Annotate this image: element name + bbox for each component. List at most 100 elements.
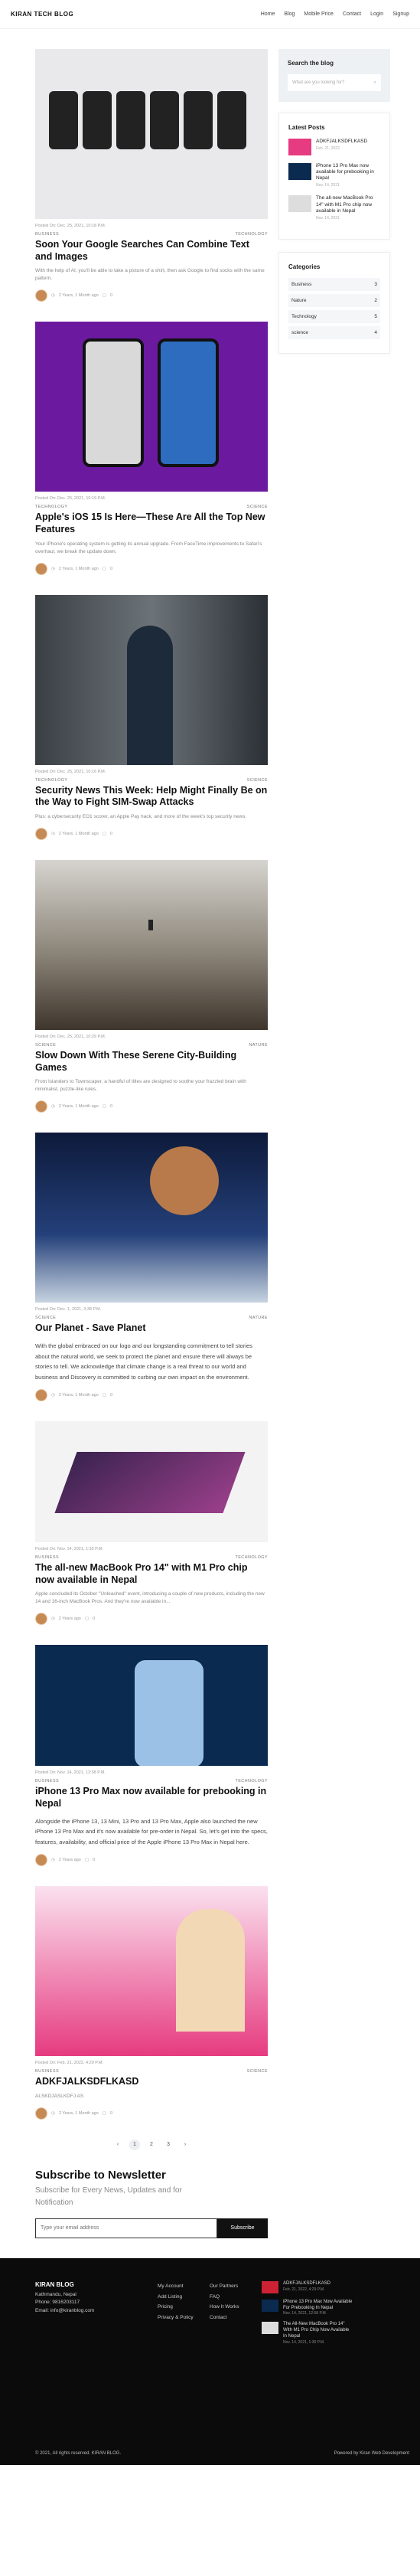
- post-date: Posted On: Nov. 14, 2021, 1:30 P.M.: [35, 1547, 103, 1552]
- page-1[interactable]: 1: [129, 2139, 140, 2150]
- post-category[interactable]: NATURE: [249, 1316, 268, 1320]
- nav-blog[interactable]: Blog: [284, 11, 295, 17]
- nav-contact[interactable]: Contact: [343, 11, 361, 17]
- sidebar: Search the blog What are you looking for…: [278, 49, 390, 2169]
- newsletter-email-input[interactable]: [35, 2218, 217, 2238]
- post-category[interactable]: SCIENCE: [247, 2069, 268, 2074]
- category-item[interactable]: Nature 2: [288, 293, 380, 307]
- post-title[interactable]: Soon Your Google Searches Can Combine Te…: [35, 239, 268, 263]
- post-category[interactable]: TECHNOLOGY: [235, 1779, 268, 1783]
- comment-icon: ▢: [102, 832, 106, 837]
- post-category[interactable]: TECHNOLOGY: [35, 778, 68, 783]
- post-card: Posted On: Dec. 25, 2021, 10:29 P.M. SCI…: [35, 860, 268, 1113]
- post-category[interactable]: NATURE: [249, 1043, 268, 1048]
- footer-post-thumb: [262, 2322, 278, 2335]
- avatar: [35, 562, 47, 575]
- post-title[interactable]: Security News This Week: Help Might Fina…: [35, 785, 268, 809]
- latest-post-thumb: [288, 195, 311, 213]
- nav-login[interactable]: Login: [370, 11, 383, 17]
- latest-post-item[interactable]: iPhone 13 Pro Max now available for preb…: [288, 163, 380, 188]
- comment-icon: ▢: [102, 1104, 106, 1110]
- latest-title: Latest Posts: [288, 124, 325, 131]
- post-category[interactable]: TECHNOLOGY: [235, 1555, 268, 1560]
- post-image-phones[interactable]: [35, 49, 268, 219]
- footer-link[interactable]: Pricing: [158, 2302, 210, 2313]
- clock-icon: ◷: [51, 832, 55, 837]
- footer-link[interactable]: Privacy & Policy: [158, 2313, 210, 2323]
- prev-page-button[interactable]: ‹: [112, 2140, 123, 2150]
- next-page-button[interactable]: ›: [180, 2140, 190, 2150]
- footer-phone: Phone: 9816203117: [35, 2300, 80, 2306]
- footer-link[interactable]: How It Works: [210, 2302, 262, 2313]
- nav-mobile-price[interactable]: Mobile Price: [304, 11, 334, 17]
- subscribe-button[interactable]: Subscribe: [217, 2218, 268, 2238]
- post-body: Alongside the iPhone 13, 13 Mini, 13 Pro…: [35, 1817, 268, 1845]
- post-image-security[interactable]: [35, 594, 268, 765]
- latest-post-item[interactable]: ADKFJALKSDFLKASD Feb. 21, 2022: [288, 139, 380, 155]
- clock-icon: ◷: [51, 1617, 55, 1622]
- clock-icon: ◷: [51, 1858, 55, 1863]
- category-item[interactable]: Business 3: [288, 277, 380, 291]
- comment-icon: ▢: [102, 293, 106, 299]
- post-date: Posted On: Dec. 25, 2021, 10:18 P.M.: [35, 224, 106, 228]
- post-image-planet[interactable]: [35, 1133, 268, 1303]
- post-category[interactable]: TECHNOLOGY: [35, 505, 68, 509]
- search-widget: Search the blog What are you looking for…: [278, 49, 390, 102]
- footer-post-item[interactable]: ADKFJALKSDFLKASD Feb. 21, 2022, 4:29 P.M.: [262, 2280, 353, 2293]
- post-date: Posted On: Dec. 25, 2021, 10:19 P.M.: [35, 496, 106, 502]
- post-image-ios[interactable]: [35, 322, 268, 492]
- post-image-macbook[interactable]: [35, 1421, 268, 1543]
- post-category[interactable]: BUSINESS: [35, 1555, 59, 1560]
- category-item[interactable]: science 4: [288, 325, 380, 339]
- post-category[interactable]: BUSINESS: [35, 1779, 59, 1783]
- page-3[interactable]: 3: [163, 2140, 174, 2150]
- footer-post-thumb: [262, 2280, 278, 2293]
- post-excerpt: Plus: a cybersecurity EO1 scorer, an App…: [35, 814, 247, 819]
- footer-link[interactable]: My Account: [158, 2281, 210, 2292]
- post-category[interactable]: SCIENCE: [35, 1043, 56, 1048]
- nav-home[interactable]: Home: [261, 11, 275, 17]
- footer-link[interactable]: Our Partners: [210, 2281, 262, 2292]
- powered-by[interactable]: Powered by Kiran Web Development: [334, 2451, 409, 2456]
- latest-post-item[interactable]: The all-new MacBook Pro 14" with M1 Pro …: [288, 195, 380, 221]
- post-category[interactable]: SCIENCE: [247, 778, 268, 783]
- footer-link[interactable]: FAQ: [210, 2292, 262, 2303]
- comment-count: 0: [93, 1617, 96, 1622]
- footer-link[interactable]: Add Listing: [158, 2292, 210, 2303]
- footer-link[interactable]: Contact: [210, 2313, 262, 2323]
- nav-signup[interactable]: Signup: [392, 11, 409, 17]
- categories-title: Categories: [288, 263, 321, 270]
- categories-widget: Categories Business 3 Nature 2 Technology 5…: [278, 251, 390, 354]
- clock-icon: ◷: [51, 2110, 55, 2116]
- page-2[interactable]: 2: [146, 2140, 157, 2150]
- search-input[interactable]: What are you looking for? ⌕: [288, 74, 381, 91]
- clock-icon: ◷: [51, 566, 55, 571]
- post-category[interactable]: TECHNOLOGY: [235, 232, 268, 237]
- post-age: 2 Years, 1 Month ago: [58, 293, 99, 299]
- post-title[interactable]: The all-new MacBook Pro 14" with M1 Pro …: [35, 1562, 268, 1586]
- post-category[interactable]: BUSINESS: [35, 232, 59, 237]
- post-title[interactable]: Our Planet - Save Planet: [35, 1322, 268, 1335]
- footer-links-2: Our Partners FAQ How It Works Contact: [210, 2281, 262, 2351]
- footer-post-item[interactable]: The All-New MacBook Pro 14" With M1 Pro …: [262, 2322, 353, 2345]
- post-category[interactable]: BUSINESS: [35, 2069, 59, 2074]
- comment-count: 0: [110, 293, 113, 299]
- post-title[interactable]: Slow Down With These Serene City-Buildin…: [35, 1050, 268, 1074]
- post-image-railway[interactable]: [35, 860, 268, 1031]
- post-title[interactable]: Apple's iOS 15 Is Here—These Are All the…: [35, 512, 268, 535]
- post-image-iphone[interactable]: [35, 1645, 268, 1767]
- post-category[interactable]: SCIENCE: [35, 1316, 56, 1320]
- site-brand[interactable]: KIRAN TECH BLOG: [11, 11, 73, 18]
- post-title[interactable]: iPhone 13 Pro Max now available for preb…: [35, 1786, 268, 1809]
- post-title[interactable]: ADKFJALKSDFLKASD: [35, 2076, 268, 2088]
- footer-email[interactable]: Email: info@kiranblog.com: [35, 2307, 158, 2315]
- copyright: © 2021, All rights reserved. KIRAN BLOG.: [35, 2450, 122, 2456]
- post-category[interactable]: SCIENCE: [247, 505, 268, 509]
- category-item[interactable]: Technology 5: [288, 309, 380, 323]
- search-icon[interactable]: ⌕: [374, 80, 376, 86]
- post-age: 2 Years ago: [58, 1617, 81, 1622]
- avatar: [35, 1854, 47, 1867]
- comment-count: 0: [110, 566, 113, 571]
- footer-post-item[interactable]: iPhone 13 Pro Max Now Available For Preb…: [262, 2299, 353, 2316]
- post-image-poster[interactable]: [35, 1886, 268, 2057]
